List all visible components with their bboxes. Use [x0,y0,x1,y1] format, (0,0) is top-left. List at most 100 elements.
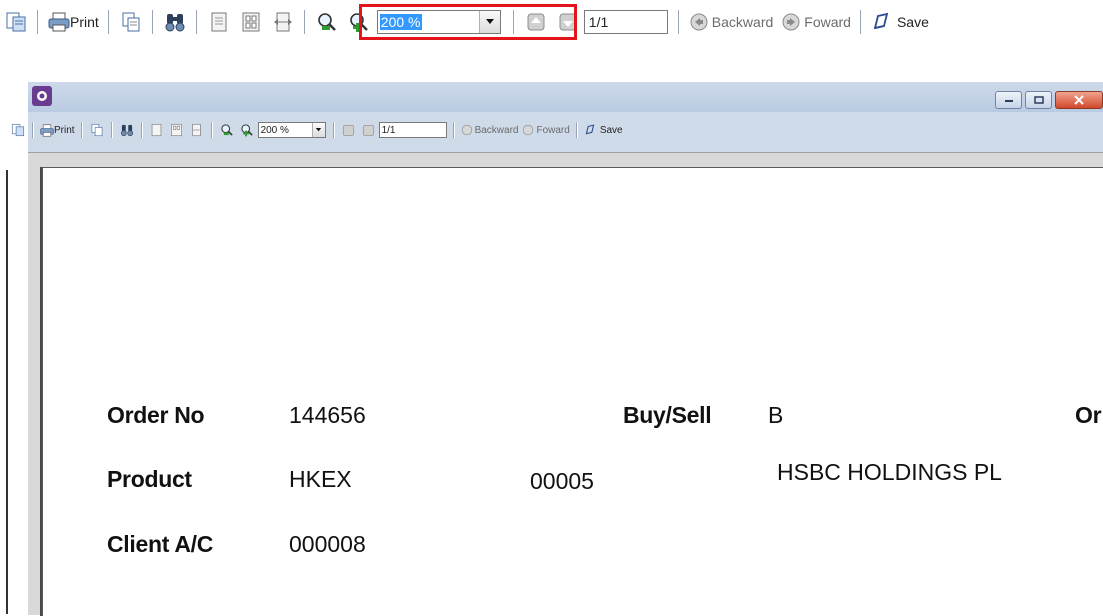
find-button[interactable] [163,10,187,34]
product-label: Product [107,466,192,492]
next-page-button[interactable] [362,123,376,137]
print-label: Print [70,14,99,30]
buy-sell-label: Buy/Sell [623,402,712,428]
product-code: 00005 [530,468,594,494]
page-setup-icon [6,12,26,32]
toolbar-separator [151,10,154,34]
page-setup-button[interactable] [4,10,28,34]
single-page-icon [211,12,227,32]
buy-sell-value: B [768,402,784,428]
toolbar-separator [575,122,578,138]
find-button[interactable] [120,123,134,137]
client-ac-label: Client A/C [107,531,214,557]
single-page-icon [151,123,162,137]
order-no-label: Order No [107,402,205,428]
print-button[interactable]: Print [48,10,99,34]
zoom-out-button[interactable] [315,10,339,34]
zoom-value-text: 200 % [260,124,289,136]
forward-button[interactable]: Foward [781,10,851,34]
copy-icon [91,123,102,137]
toolbar-separator [512,10,515,34]
save-button[interactable]: Save [871,10,929,34]
zoom-in-button[interactable] [347,10,371,34]
toolbar-separator [195,10,198,34]
page-border [6,170,8,614]
copy-button[interactable] [90,123,104,137]
client-ac-value: 000008 [289,531,366,557]
zoom-select[interactable]: 200 % [257,122,326,138]
order-no-value: 144656 [289,402,366,428]
copy-icon [122,12,140,32]
next-page-icon [559,13,577,31]
toolbar-separator [303,10,306,34]
zoom-in-button[interactable] [240,123,254,137]
next-page-button[interactable] [556,10,580,34]
prev-page-button[interactable] [524,10,548,34]
print-button[interactable]: Print [40,122,75,138]
page-number-input[interactable]: 1/1 [583,10,668,34]
multi-page-icon [171,123,182,137]
forward-icon [523,124,534,136]
save-button[interactable]: Save [584,122,623,138]
chevron-down-icon [485,19,494,24]
toolbar-separator [210,122,213,138]
zoom-dropdown-button[interactable] [478,11,500,33]
save-label: Save [896,14,929,30]
single-page-button[interactable] [150,123,164,137]
close-button[interactable] [1055,91,1103,109]
prev-page-button[interactable] [342,123,356,137]
prev-page-icon [527,13,545,31]
page-width-button[interactable] [190,123,204,137]
forward-label: Foward [536,124,570,136]
zoom-in-icon [240,124,253,137]
backward-icon [461,124,472,136]
zoom-out-icon [220,124,233,136]
page-width-icon [273,12,292,32]
page-number-input[interactable]: 1/1 [378,122,447,138]
forward-button[interactable]: Foward [522,122,570,138]
toolbar-separator [37,10,39,34]
page-width-button[interactable] [271,10,295,34]
chevron-down-icon [315,128,322,132]
save-icon [873,12,889,30]
zoom-value[interactable]: 200 % [378,11,479,33]
minimize-icon [1004,100,1013,102]
toolbar-separator [859,10,862,34]
toolbar-separator [140,122,143,138]
backward-button[interactable]: Backward [461,122,518,138]
zoom-out-button[interactable] [220,123,234,137]
page-width-icon [192,123,201,137]
toolbar-separator [332,122,335,138]
single-page-button[interactable] [207,10,231,34]
backward-button[interactable]: Backward [689,10,773,34]
backward-label: Backward [711,14,774,30]
multi-page-button[interactable] [170,123,184,137]
multi-page-icon [242,12,260,32]
window-titlebar[interactable] [28,82,1103,112]
app-icon [32,86,52,106]
zoom-value-text: 200 % [379,14,422,30]
forward-icon [782,13,800,31]
copy-button[interactable] [119,10,143,34]
prev-page-icon [343,124,355,136]
find-icon [120,124,133,137]
main-toolbar: Print 200 % 1/1 Backward Foward Save [0,2,1103,42]
zoom-dropdown-button[interactable] [311,123,325,137]
zoom-select[interactable]: 200 % [376,10,501,34]
maximize-button[interactable] [1025,91,1052,109]
next-page-icon [363,124,375,136]
product-exchange: HKEX [289,466,352,492]
zoom-out-icon [317,13,336,31]
toolbar-separator [107,10,110,34]
print-icon [48,12,70,32]
viewer-toolbar: Print 200 % 1/1 Backward Foward Save [8,120,1103,140]
page-setup-icon [11,123,25,137]
order-label-cut: Or [1075,402,1102,428]
page-setup-button[interactable] [11,123,25,137]
minimize-button[interactable] [995,91,1022,109]
zoom-in-icon [349,13,368,32]
save-icon [585,124,595,135]
multi-page-button[interactable] [239,10,263,34]
zoom-value[interactable]: 200 % [259,123,312,137]
close-icon [1074,95,1084,105]
